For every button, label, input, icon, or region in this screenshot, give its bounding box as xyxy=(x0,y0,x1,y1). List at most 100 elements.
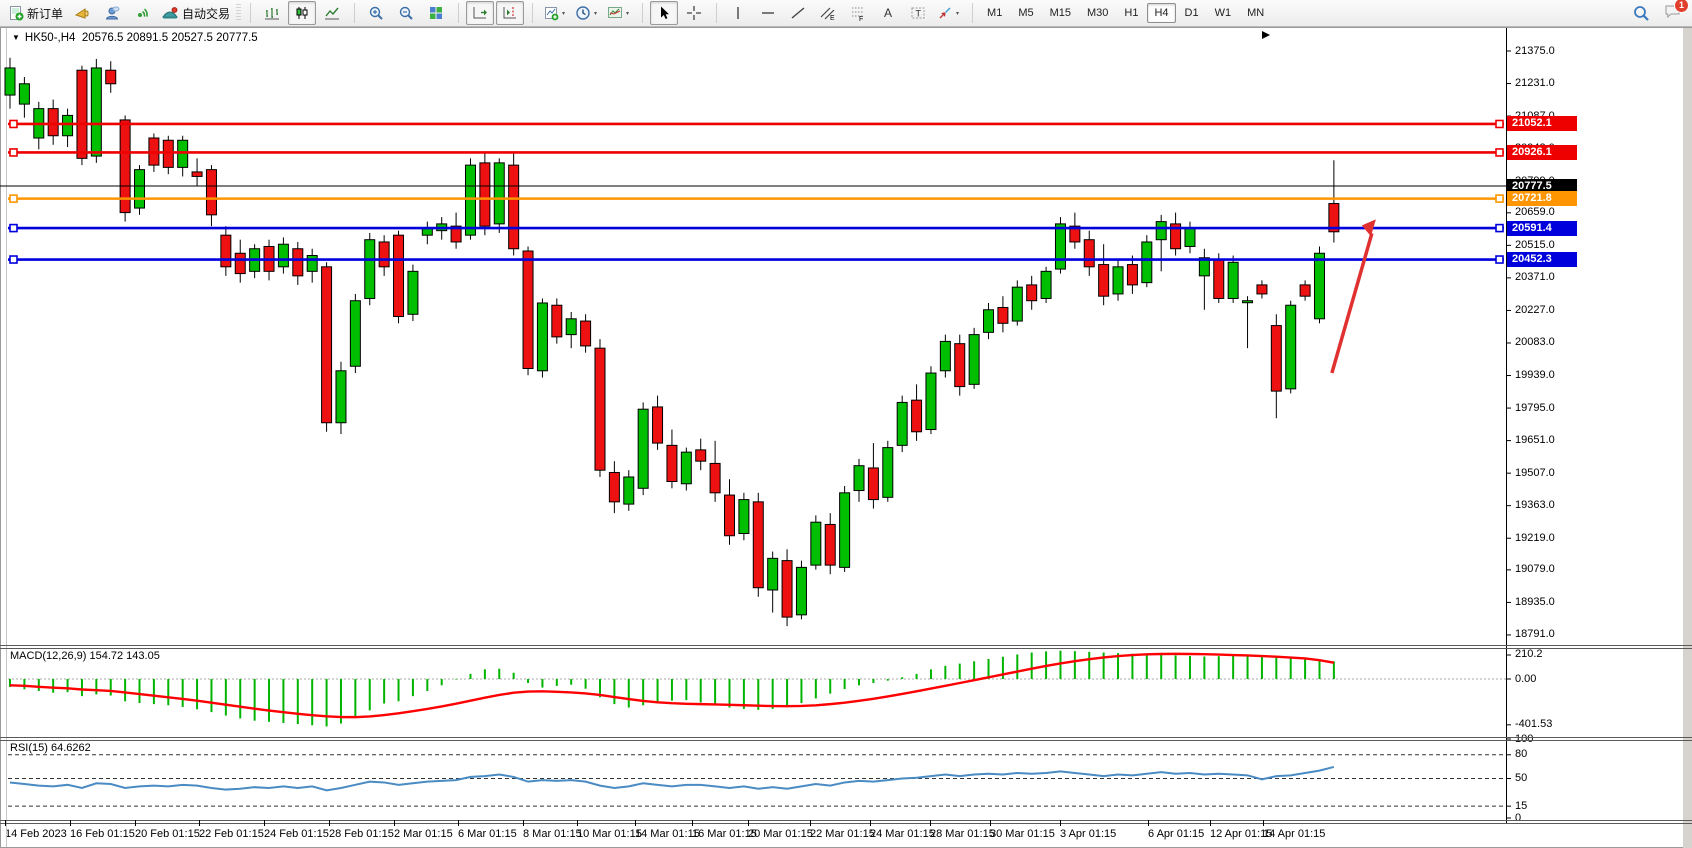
macd-label: MACD(12,26,9) 154.72 143.05 xyxy=(10,650,160,662)
chart-canvas[interactable] xyxy=(0,0,1692,848)
chart-ohlc-values: 20576.5 20891.5 20527.5 20777.5 xyxy=(82,32,258,44)
vertical-line-button[interactable] xyxy=(724,1,752,25)
community-profile-icon xyxy=(104,5,120,21)
fibonacci-icon: F xyxy=(850,5,866,21)
line-chart-icon xyxy=(324,5,340,21)
horizontal-line-object[interactable] xyxy=(8,256,1504,263)
cursor-icon xyxy=(656,5,672,21)
toolbar-separator xyxy=(525,3,533,23)
chart-window-border xyxy=(1,28,1692,848)
timeframe-h4-button[interactable]: H4 xyxy=(1147,3,1175,23)
auto-scroll-button[interactable] xyxy=(466,1,494,25)
search-icon[interactable] xyxy=(1633,5,1650,22)
period-clock-icon xyxy=(575,5,599,21)
zoom-in-icon xyxy=(368,5,384,21)
rsi-panel xyxy=(8,755,1506,806)
autotrading-icon xyxy=(161,5,179,21)
timeframe-h1-button[interactable]: H1 xyxy=(1117,3,1145,23)
level-price-tag: 20591.4 xyxy=(1507,221,1577,236)
zoom-in-button[interactable] xyxy=(362,1,390,25)
rsi-label: RSI(15) 64.6262 xyxy=(10,742,91,754)
chart-shift-icon xyxy=(502,5,518,21)
fibonacci-button[interactable]: F xyxy=(844,1,872,25)
signals-icon xyxy=(134,5,150,21)
community-profile-button[interactable] xyxy=(98,1,126,25)
svg-text:F: F xyxy=(859,16,863,21)
crosshair-icon xyxy=(686,5,702,21)
line-handle xyxy=(1496,225,1503,232)
line-handle xyxy=(10,120,17,127)
level-price-tag: 20452.3 xyxy=(1507,252,1577,267)
megaphone-button[interactable] xyxy=(68,1,96,25)
equidistant-channel-icon: E xyxy=(820,5,836,21)
line-handle xyxy=(10,149,17,156)
level-price-tag: 20721.8 xyxy=(1507,191,1577,206)
line-handle xyxy=(1496,256,1503,263)
text-button[interactable]: A xyxy=(874,1,902,25)
symbol-dropdown-icon[interactable]: ▼ xyxy=(12,33,20,42)
horizontal-line-button[interactable] xyxy=(754,1,782,25)
line-handle xyxy=(10,195,17,202)
text-label-button[interactable]: T xyxy=(904,1,932,25)
timeframe-m1-button[interactable]: M1 xyxy=(980,3,1009,23)
toolbar-grip xyxy=(236,4,241,22)
vertical-line-icon xyxy=(730,5,746,21)
line-handle xyxy=(10,256,17,263)
notifications-button[interactable]: 1 xyxy=(1664,3,1682,24)
new-chart-button[interactable] xyxy=(540,1,570,25)
line-handle xyxy=(1496,149,1503,156)
level-price-tag: 21052.1 xyxy=(1507,116,1577,131)
new-order-button[interactable]: 新订单 xyxy=(5,1,66,25)
bar-chart-button[interactable] xyxy=(258,1,286,25)
horizontal-line-object[interactable] xyxy=(8,149,1504,156)
timeframe-d1-button[interactable]: D1 xyxy=(1178,3,1206,23)
zoom-out-icon xyxy=(398,5,414,21)
toolbar-separator xyxy=(709,3,717,23)
main-toolbar: 新订单 自动交易 xyxy=(0,0,1692,27)
line-handle xyxy=(1496,195,1503,202)
horizontal-line-object[interactable] xyxy=(8,195,1504,202)
svg-text:A: A xyxy=(884,6,892,20)
horizontal-line-object[interactable] xyxy=(8,120,1504,127)
equidistant-channel-button[interactable]: E xyxy=(814,1,842,25)
chart-shift-button[interactable] xyxy=(496,1,524,25)
timeframe-m30-button[interactable]: M30 xyxy=(1080,3,1115,23)
crosshair-button[interactable] xyxy=(680,1,708,25)
timeframe-w1-button[interactable]: W1 xyxy=(1208,3,1239,23)
timeframe-mn-button[interactable]: MN xyxy=(1240,3,1271,23)
autotrading-button[interactable]: 自动交易 xyxy=(158,1,233,25)
period-clock-button[interactable] xyxy=(572,1,602,25)
chart-symbol-period: HK50-,H4 xyxy=(25,32,76,44)
chart-title: ▼ HK50-,H4 20576.5 20891.5 20527.5 20777.… xyxy=(12,32,258,44)
svg-text:E: E xyxy=(830,15,835,21)
megaphone-icon xyxy=(74,5,90,21)
new-order-icon xyxy=(8,5,24,21)
toolbar-separator xyxy=(965,3,973,23)
signals-button[interactable] xyxy=(128,1,156,25)
auto-scroll-icon xyxy=(472,5,488,21)
level-price-tag: 20926.1 xyxy=(1507,145,1577,160)
trendline-button[interactable] xyxy=(784,1,812,25)
candlestick-chart-button[interactable] xyxy=(288,1,316,25)
new-order-label: 新订单 xyxy=(27,5,63,22)
arrows-button[interactable] xyxy=(934,1,964,25)
horizontal-line-icon xyxy=(760,5,776,21)
line-chart-button[interactable] xyxy=(318,1,346,25)
timeframe-group: M1M5M15M30H1H4D1W1MN xyxy=(979,3,1272,23)
timeframe-m15-button[interactable]: M15 xyxy=(1043,3,1078,23)
new-chart-icon xyxy=(543,5,567,21)
timeframe-m5-button[interactable]: M5 xyxy=(1011,3,1040,23)
macd-panel xyxy=(8,651,1506,727)
tile-windows-button[interactable] xyxy=(422,1,450,25)
cursor-button[interactable] xyxy=(650,1,678,25)
text-icon: A xyxy=(880,5,896,21)
template-button[interactable] xyxy=(604,1,634,25)
zoom-out-button[interactable] xyxy=(392,1,420,25)
scroll-to-end-icon[interactable] xyxy=(1262,31,1270,39)
trend-arrow-object[interactable] xyxy=(1332,219,1376,373)
trendline-icon xyxy=(790,5,806,21)
line-handle xyxy=(10,225,17,232)
toolbar-separator xyxy=(347,3,355,23)
notification-badge: 1 xyxy=(1674,0,1689,13)
horizontal-line-object[interactable] xyxy=(8,225,1504,232)
